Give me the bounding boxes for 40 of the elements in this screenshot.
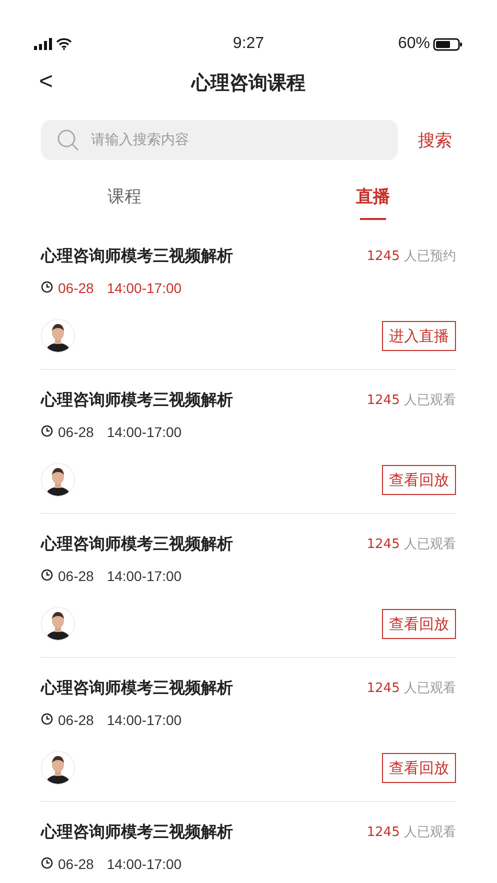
session-date: 06-28 xyxy=(58,856,94,872)
session-time: 14:00-17:00 xyxy=(106,568,182,584)
course-title: 心理咨询师模考三视频解析 xyxy=(41,678,233,698)
session-time: 14:00-17:00 xyxy=(106,856,182,872)
view-count: 1245 人已观看 xyxy=(366,824,456,841)
page-title: 心理咨询课程 xyxy=(192,71,306,96)
course-title: 心理咨询师模考三视频解析 xyxy=(41,390,233,410)
tab[interactable]: 直播 xyxy=(248,175,497,226)
clock-icon xyxy=(41,425,53,437)
battery-percent: 60% xyxy=(398,35,430,53)
battery-icon xyxy=(433,38,463,50)
session-time: 14:00-17:00 xyxy=(106,712,182,728)
course-title: 心理咨询师模考三视频解析 xyxy=(41,246,233,266)
action-button[interactable]: 进入直播 xyxy=(382,321,456,351)
action-button[interactable]: 查看回放 xyxy=(382,753,456,783)
clock-icon xyxy=(41,857,53,869)
course-title: 心理咨询师模考三视频解析 xyxy=(41,822,233,842)
view-count: 1245 人已观看 xyxy=(366,392,456,409)
clock-icon xyxy=(41,281,53,293)
search-button[interactable]: 搜索 xyxy=(414,128,456,152)
session-time: 14:00-17:00 xyxy=(106,424,182,440)
clock-icon xyxy=(41,713,53,725)
signal-icon xyxy=(34,38,52,50)
wifi-icon xyxy=(56,38,72,50)
session-date: 06-28 xyxy=(58,424,94,440)
search-field[interactable]: 请输入搜索内容 xyxy=(41,120,398,160)
session-time: 14:00-17:00 xyxy=(106,280,182,296)
action-button[interactable]: 查看回放 xyxy=(382,609,456,639)
view-count: 1245 人已观看 xyxy=(366,680,456,697)
view-count: 1245 人已观看 xyxy=(366,536,456,553)
session-date: 06-28 xyxy=(58,712,94,728)
course-title: 心理咨询师模考三视频解析 xyxy=(41,534,233,554)
back-button[interactable]: < xyxy=(36,70,56,94)
session-date: 06-28 xyxy=(58,280,94,296)
clock-icon xyxy=(41,569,53,581)
session-date: 06-28 xyxy=(58,568,94,584)
view-count: 1245 人已预约 xyxy=(366,248,456,265)
status-time: 9:27 xyxy=(232,35,264,52)
action-button[interactable]: 查看回放 xyxy=(382,465,456,495)
tab[interactable]: 课程 xyxy=(0,175,248,226)
